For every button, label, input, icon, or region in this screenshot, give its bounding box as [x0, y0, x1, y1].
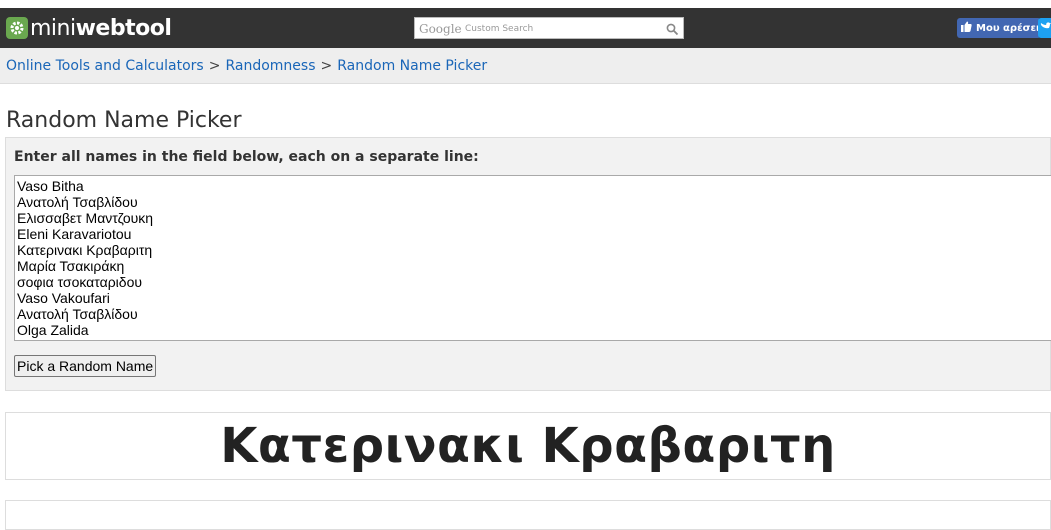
twitter-button[interactable] [1038, 18, 1051, 38]
breadcrumb-link-random-name-picker[interactable]: Random Name Picker [337, 58, 487, 74]
search-placeholder: Custom Search [465, 24, 534, 34]
search-input[interactable]: Google Custom Search [414, 17, 684, 39]
search-icon[interactable] [666, 21, 679, 40]
thumbs-up-icon [961, 21, 972, 35]
top-strip [0, 0, 1051, 8]
breadcrumb-link-randomness[interactable]: Randomness [225, 58, 315, 74]
page-title: Random Name Picker [6, 108, 242, 133]
result-box: Κατερινακι Κραβαριτη [5, 412, 1051, 480]
picked-name: Κατερινακι Κραβαριτη [220, 418, 836, 474]
gear-icon [6, 17, 28, 39]
site-logo[interactable]: mini webtool [6, 14, 172, 42]
pick-random-name-button[interactable]: Pick a Random Name [14, 355, 157, 377]
names-instruction-label: Enter all names in the field below, each… [14, 149, 479, 165]
breadcrumb-bar: Online Tools and Calculators > Randomness >… [0, 48, 1051, 84]
logo-text-webtool: webtool [75, 15, 172, 41]
twitter-icon [1040, 22, 1051, 29]
google-logo: Google [419, 22, 462, 36]
breadcrumb-link-online-tools[interactable]: Online Tools and Calculators [6, 58, 204, 74]
breadcrumb: Online Tools and Calculators > Randomness >… [6, 58, 487, 74]
facebook-like-label: Μου αρέσει [976, 22, 1040, 34]
name-picker-form: Enter all names in the field below, each… [5, 137, 1051, 391]
site-header: mini webtool Google Custom Search Μου αρέ… [0, 8, 1051, 48]
breadcrumb-separator: > [320, 58, 333, 74]
logo-text-mini: mini [30, 15, 76, 41]
facebook-like-button[interactable]: Μου αρέσει [957, 18, 1041, 38]
breadcrumb-separator: > [208, 58, 221, 74]
secondary-box [5, 500, 1051, 530]
names-textarea[interactable]: Vaso Bitha Ανατολή Τσαβλίδου Ελισσαβετ Μ… [14, 175, 1051, 341]
